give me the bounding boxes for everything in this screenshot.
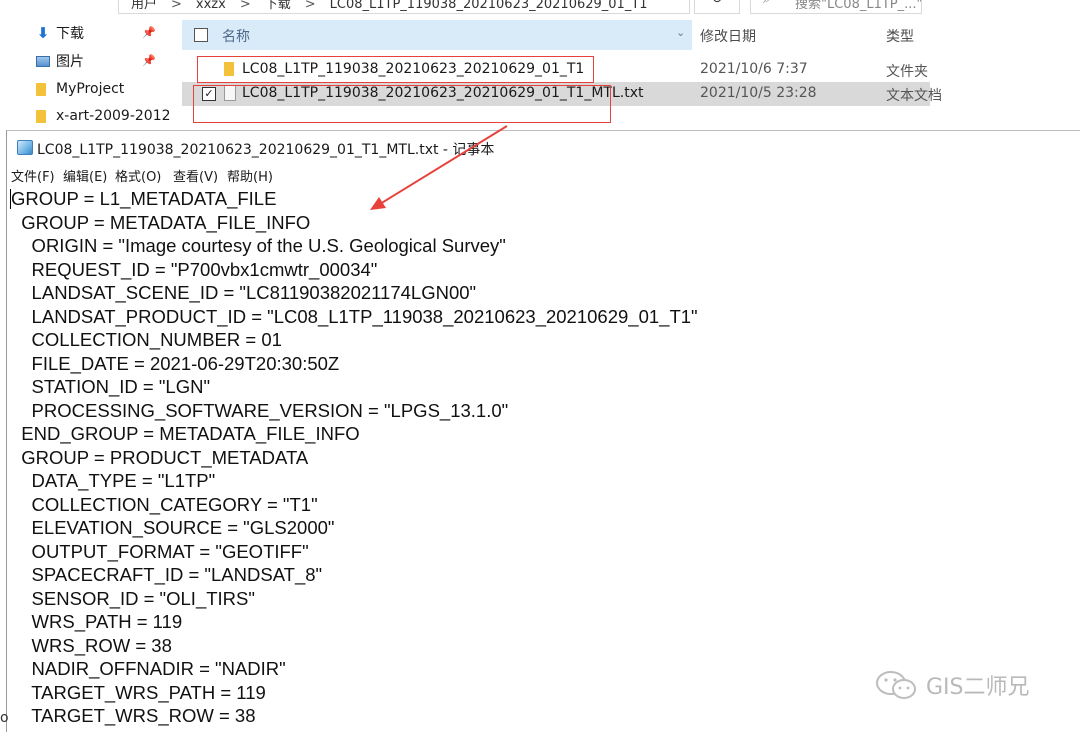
nav-item-label: x-art-2009-2012 xyxy=(56,108,171,124)
search-placeholder: 搜索"LC08_L1TP_..." xyxy=(795,0,922,12)
watermark: GIS二师兄 xyxy=(874,668,1030,702)
column-header-date[interactable]: 修改日期 xyxy=(700,26,756,46)
nav-item-x-art[interactable]: x-art-2009-2012 xyxy=(36,103,171,129)
text-line: ELEVATION_SOURCE = "GLS2000" xyxy=(11,517,335,538)
menu-file[interactable]: 文件(F) xyxy=(11,166,55,185)
text-line: TARGET_WRS_PATH = 119 xyxy=(11,681,266,703)
breadcrumb-separator: > xyxy=(171,0,182,12)
text-line: TARGET_WRS_ROW = 38 xyxy=(11,705,256,726)
text-line: DATA_TYPE = "L1TP" xyxy=(11,470,216,491)
text-line: LANDSAT_PRODUCT_ID = "LC08_L1TP_119038_2… xyxy=(11,305,698,327)
text-line: SPACECRAFT_ID = "LANDSAT_8" xyxy=(11,564,323,585)
column-header-type[interactable]: 类型 xyxy=(886,26,914,46)
title-bar[interactable]: LC08_L1TP_119038_20210623_20210629_01_T1… xyxy=(7,131,1080,163)
file-type: 文件夹 xyxy=(886,64,928,80)
folder-icon xyxy=(36,109,46,123)
nav-item-downloads[interactable]: ⬇ 下载 xyxy=(36,20,84,46)
nav-item-myproject[interactable]: MyProject xyxy=(36,76,124,102)
nav-item-label: 图片 xyxy=(56,54,84,70)
breadcrumb-separator: > xyxy=(239,0,251,12)
refresh-button[interactable]: ↻ xyxy=(694,0,740,14)
breadcrumb-item[interactable]: xxzx xyxy=(196,0,226,12)
breadcrumb-item[interactable]: 下载 xyxy=(265,0,291,12)
window-title: LC08_L1TP_119038_20210623_20210629_01_T1… xyxy=(37,142,495,158)
address-bar[interactable]: 用户 > xxzx > 下载 > LC08_L1TP_119038_20210623_202… xyxy=(118,0,690,14)
file-name: LC08_L1TP_119038_20210623_20210629_01_T1… xyxy=(242,85,644,101)
menu-view[interactable]: 查看(V) xyxy=(173,166,218,185)
text-editor[interactable]: GROUP = L1_METADATA_FILE GROUP = METADAT… xyxy=(7,187,1080,733)
folder-icon xyxy=(36,82,46,96)
file-row-folder[interactable]: LC08_L1TP_119038_20210623_20210629_01_T1… xyxy=(182,58,930,82)
text-line: NADIR_OFFNADIR = "NADIR" xyxy=(11,658,286,679)
row-checkbox[interactable]: ✓ xyxy=(202,87,216,101)
file-row-mtl[interactable]: ✓ LC08_L1TP_119038_20210623_20210629_01_… xyxy=(182,82,942,106)
breadcrumb-separator: > xyxy=(304,0,316,12)
search-icon: ⌕ xyxy=(763,0,770,7)
nav-item-pictures[interactable]: 图片 xyxy=(36,48,84,74)
breadcrumb-item[interactable]: 用户 xyxy=(131,0,157,12)
column-header-name[interactable]: 名称 ⌄ xyxy=(182,20,692,50)
text-line: STATION_ID = "LGN" xyxy=(11,376,211,397)
text-line: WRS_PATH = 119 xyxy=(11,611,183,632)
text-line: PROCESSING_SOFTWARE_VERSION = "LPGS_13.1… xyxy=(11,399,509,421)
text-line: GROUP = METADATA_FILE_INFO xyxy=(11,211,311,233)
text-line: WRS_ROW = 38 xyxy=(11,634,172,656)
file-explorer-window: 用户 > xxzx > 下载 > LC08_L1TP_119038_20210623_202… xyxy=(0,0,942,130)
nav-item-label: 下载 xyxy=(56,26,84,42)
text-line: REQUEST_ID = "P700vbx1cmwtr_00034" xyxy=(11,258,378,280)
menu-bar: 文件(F) 编辑(E) 格式(O) 查看(V) 帮助(H) xyxy=(7,165,1080,185)
left-edge-char: o xyxy=(0,710,9,726)
wechat-icon xyxy=(876,671,916,699)
text-line: COLLECTION_NUMBER = 01 xyxy=(11,329,282,350)
refresh-icon: ↻ xyxy=(711,0,723,7)
notepad-window: LC08_L1TP_119038_20210623_20210629_01_T1… xyxy=(6,130,1080,732)
watermark-text: GIS二师兄 xyxy=(926,675,1030,700)
text-line: END_GROUP = METADATA_FILE_INFO xyxy=(11,423,360,444)
pin-icon[interactable]: 📌 xyxy=(142,54,156,67)
file-list-header: 名称 ⌄ 修改日期 类型 xyxy=(182,20,930,50)
text-line: SENSOR_ID = "OLI_TIRS" xyxy=(11,587,255,609)
text-line: GROUP = L1_METADATA_FILE xyxy=(11,188,277,209)
text-line: COLLECTION_CATEGORY = "T1" xyxy=(11,493,318,515)
text-line: OUTPUT_FORMAT = "GEOTIFF" xyxy=(11,540,309,562)
file-type: 文本文档 xyxy=(886,88,942,104)
text-line: LANDSAT_SCENE_ID = "LC81190382021174LGN0… xyxy=(11,282,477,303)
file-date: 2021/10/6 7:37 xyxy=(700,61,808,77)
text-line: ORIGIN = "Image courtesy of the U.S. Geo… xyxy=(11,235,506,256)
select-all-checkbox[interactable] xyxy=(194,28,208,42)
download-icon: ⬇ xyxy=(36,24,50,42)
column-name-label: 名称 xyxy=(222,29,250,45)
nav-item-label: MyProject xyxy=(56,81,125,97)
text-file-icon xyxy=(224,85,236,101)
file-date: 2021/10/5 23:28 xyxy=(700,85,817,101)
navigation-pane: ⬇ 下载 📌 图片 📌 MyProject x-art-2009-2012 xyxy=(0,18,171,130)
menu-edit[interactable]: 编辑(E) xyxy=(63,166,107,185)
breadcrumb: 用户 > xxzx > 下载 > LC08_L1TP_119038_20210623_202… xyxy=(131,0,662,12)
breadcrumb-item[interactable]: LC08_L1TP_119038_20210623_20210629_01_T1 xyxy=(330,0,648,12)
menu-help[interactable]: 帮助(H) xyxy=(227,166,273,185)
picture-icon xyxy=(36,55,50,67)
folder-icon xyxy=(224,62,234,76)
notepad-icon xyxy=(17,140,33,155)
chevron-down-icon: ⌄ xyxy=(676,26,686,39)
text-line: GROUP = PRODUCT_METADATA xyxy=(11,446,309,468)
menu-format[interactable]: 格式(O) xyxy=(115,166,161,185)
pin-icon[interactable]: 📌 xyxy=(142,26,156,39)
file-name: LC08_L1TP_119038_20210623_20210629_01_T1 xyxy=(242,61,585,77)
text-line: FILE_DATE = 2021-06-29T20:30:50Z xyxy=(11,352,340,374)
search-input[interactable]: ⌕ 搜索"LC08_L1TP_..." xyxy=(750,0,922,14)
